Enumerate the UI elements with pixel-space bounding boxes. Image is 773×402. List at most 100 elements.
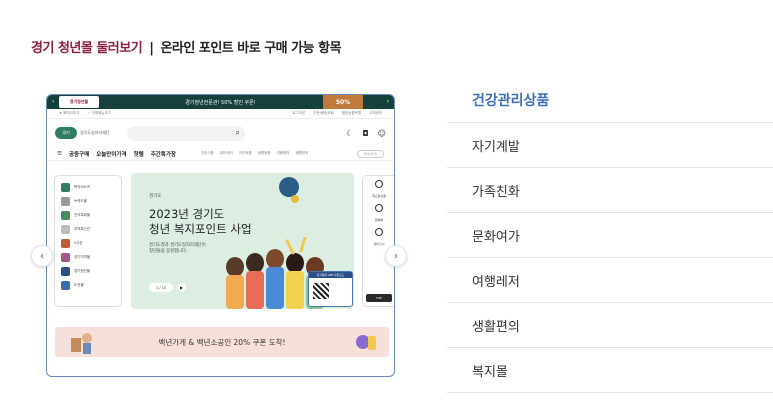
hamburger-icon: ☰: [57, 150, 62, 157]
submenu-item: 가전제품: [238, 151, 252, 155]
coupon-text: 백년가게 & 백년소공인 20% 쿠폰 도착!: [158, 337, 286, 347]
preview-search-box: ⌕: [127, 125, 245, 141]
util-orders: 주문/배송조회: [313, 111, 334, 115]
category-culture[interactable]: 문화여가: [447, 213, 773, 258]
clock-icon: [375, 180, 383, 188]
banner-title-line1: 2023년 경기도: [149, 207, 225, 221]
coupon-left-illustration: [71, 333, 92, 354]
quick-recent: 최근본상품: [372, 194, 386, 198]
category-welfare-mall[interactable]: 복지몰: [447, 348, 773, 393]
preview-sale-badge: 50%: [323, 95, 363, 109]
util-logout: 로그아웃: [292, 111, 306, 115]
preview-quick-menu: 최근본상품 찜목록 장바구니 TOP: [362, 175, 394, 307]
topbar-next-icon: ›: [386, 98, 389, 105]
qr-heading: 경기복지 APP 다운로드: [309, 272, 352, 278]
coupon-right-illustration: [356, 335, 376, 350]
preview-region-select: 지역(전국): [356, 149, 384, 158]
sidebar-item: 브랜드몰: [61, 194, 115, 208]
sidebar-item-label: 경기지역몰: [74, 254, 91, 259]
heart-icon: [375, 204, 383, 212]
moon-icon: ☾: [346, 128, 354, 138]
submenu-item: 생활용품: [257, 151, 271, 155]
category-travel[interactable]: 여행레저: [447, 258, 773, 303]
region-icon: [61, 210, 70, 220]
section-heading: 경기 청년몰 둘러보기 | 온라인 포인트 바로 구매 가능 항목: [31, 37, 342, 56]
sidebar-item: 전국특화몰: [61, 208, 115, 222]
carousel-prev-button[interactable]: ‹: [31, 245, 53, 267]
user-icon: ☺: [377, 128, 386, 138]
bag-icon: ◘: [362, 128, 369, 138]
preview-hero-banner: 경기도 2023년 경기도 청년 복지포인트 사업 경기도청과 경기도일자리재단…: [131, 173, 354, 309]
sidebar-item: 경기지역몰: [61, 250, 115, 264]
challenge-mall-icon: [61, 280, 70, 290]
category-self-development[interactable]: 자기계발: [447, 123, 773, 168]
menu-hot-items: 핫템: [133, 151, 144, 158]
preview-coupon-banner: 백년가게 & 백년소공인 20% 쿠폰 도착!: [55, 327, 389, 357]
preview-submenu: 건강식품 뷰티케어 가전제품 생활용품 여행레저 생활편의: [201, 151, 308, 156]
preview-search-row: 경기 경기도일자리재단 ⌕ ☾ ◘ ☺: [47, 119, 394, 147]
youth-mall-icon: [61, 266, 70, 276]
category-convenience[interactable]: 생활편의: [447, 303, 773, 348]
banner-description: 경기도청과 경기도일자리재단이 청년들을 응원합니다.: [149, 243, 206, 255]
chevron-right-icon: ›: [394, 250, 398, 262]
util-all-menu: ☆ 전체메뉴보기: [87, 111, 111, 115]
sidebar-item-label: e쿠폰: [74, 240, 83, 245]
play-icon: ▶: [177, 283, 186, 292]
search-icon: ⌕: [235, 127, 240, 137]
sidebar-item-label: 브랜드몰: [74, 198, 87, 203]
banner-desc-line2: 청년들을 응원합니다.: [149, 249, 188, 254]
banner-pager: 1 / 10: [149, 283, 173, 292]
banner-tag: 경기도: [149, 194, 162, 199]
preview-topbar-text: 경기청년전문관! 50% 할인 쿠폰!: [185, 99, 256, 106]
brand-icon: [61, 196, 70, 206]
quick-top: TOP: [366, 294, 392, 302]
decor-circle: [279, 177, 299, 197]
preview-brand: 경기 경기도일자리재단: [55, 126, 117, 140]
submenu-item: 뷰티케어: [219, 151, 233, 155]
sidebar-item-label: 도전몰: [74, 282, 84, 287]
util-bookmark: ★ 북마크추가: [59, 111, 80, 115]
heading-accent: 경기 청년몰 둘러보기: [31, 41, 143, 56]
sidebar-item: 복지SHOP: [61, 180, 115, 194]
sidebar-item-label: 전국특화몰: [74, 212, 91, 217]
heading-subtitle: 온라인 포인트 바로 구매 가능 항목: [160, 41, 342, 56]
submenu-item: 생활편의: [295, 151, 309, 155]
banner-title-line2: 청년 복지포인트 사업: [149, 222, 252, 236]
carousel-next-button[interactable]: ›: [385, 245, 407, 267]
menu-group-buy: 공동구매: [68, 151, 90, 158]
sidebar-item: 도전몰: [61, 278, 115, 292]
sidebar-item: 경기청년몰: [61, 264, 115, 278]
sidebar-item-label: 복지SHOP: [74, 184, 91, 189]
cart-icon: [375, 228, 383, 236]
topbar-prev-icon: ‹: [52, 98, 55, 105]
util-support: 고객센터: [369, 111, 382, 115]
brand-text: 경기도일자리재단: [80, 130, 110, 135]
brand-mark-icon: 경기: [55, 127, 77, 139]
category-list: 건강관리상품 자기계발 가족친화 문화여가 여행레저 생활편의 복지몰: [447, 78, 773, 393]
sidebar-item: e쿠폰: [61, 236, 115, 250]
quick-wishlist: 찜목록: [374, 218, 384, 222]
preview-header-icons: ☾ ◘ ☺: [346, 129, 386, 138]
preview-mall-logo: 경기청년몰: [59, 96, 99, 108]
menu-today-price: 오늘만이가격: [96, 151, 127, 158]
specialty-icon: [61, 224, 70, 234]
category-family[interactable]: 가족친화: [447, 168, 773, 213]
sidebar-item: 지역특산관: [61, 222, 115, 236]
sidebar-item-label: 경기청년몰: [74, 268, 91, 273]
menu-weekly-special: 주간특가장: [150, 151, 176, 158]
app-download-qr: 경기복지 APP 다운로드: [308, 271, 353, 307]
decor-dot: [291, 195, 299, 203]
preview-menu-row: ☰ 공동구매 오늘만이가격 핫템 주간특가장 건강식품 뷰티케어 가전제품 생활…: [47, 147, 394, 161]
preview-util-bar: ★ 북마크추가 ☆ 전체메뉴보기 로그아웃 주문/배송조회 찜한상품목록 고객센…: [47, 109, 394, 119]
shop-icon: [61, 182, 70, 192]
submenu-item: 건강식품: [201, 151, 214, 155]
local-mall-icon: [61, 252, 70, 262]
util-wishlist: 찜한상품목록: [341, 111, 362, 115]
sidebar-item-label: 지역특산관: [74, 226, 91, 231]
qr-code-icon: [313, 283, 329, 299]
chevron-left-icon: ‹: [40, 250, 44, 262]
category-health[interactable]: 건강관리상품: [447, 78, 773, 123]
preview-sidebar-card: 복지SHOP 브랜드몰 전국특화몰 지역특산관 e쿠폰 경기지역몰 경기청년몰 …: [54, 175, 122, 307]
mall-preview-screenshot: 경기청년몰 경기청년전문관! 50% 할인 쿠폰! 50% ‹ › ★ 북마크추…: [46, 94, 395, 377]
heading-separator: |: [149, 41, 154, 56]
